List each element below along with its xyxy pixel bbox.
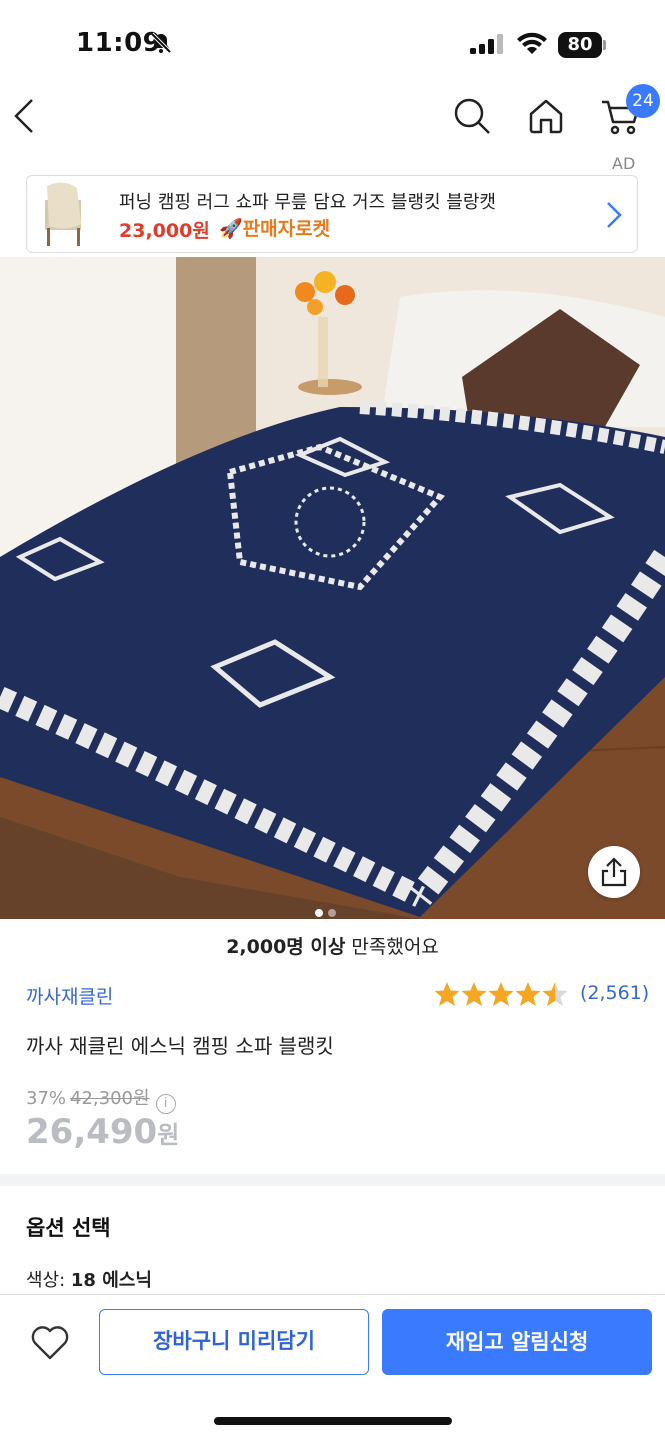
top-nav: 24 AD <box>0 80 665 173</box>
satisfaction-text: 2,000명 이상 만족했어요 <box>0 932 665 959</box>
ad-thumbnail <box>37 180 93 248</box>
back-arrow-icon[interactable] <box>12 98 36 138</box>
heart-icon[interactable] <box>30 1325 70 1365</box>
discount-percent: 37% <box>26 1088 67 1109</box>
satisfaction-label: 만족했어요 <box>345 936 439 958</box>
star-rating-icon <box>434 980 574 1012</box>
satisfaction-count: 2,000명 이상 <box>226 936 346 958</box>
option-heading: 옵션 선택 <box>26 1216 111 1240</box>
battery-level: 80 <box>567 34 593 55</box>
home-icon[interactable] <box>526 96 566 140</box>
home-indicator <box>214 1417 452 1425</box>
chevron-right-icon <box>605 200 623 234</box>
ad-price: 23,000원 <box>119 220 210 242</box>
seller-rocket-badge: 🚀판매자로켓 <box>219 218 331 240</box>
sale-price-unit: 원 <box>157 1121 180 1149</box>
discount-row: 37% 42,300원 i <box>26 1084 176 1114</box>
section-divider <box>0 1174 665 1186</box>
share-button[interactable] <box>588 846 640 898</box>
restock-alert-button[interactable]: 재입고 알림신청 <box>382 1309 652 1375</box>
wifi-icon <box>516 32 548 60</box>
cart-count-badge: 24 <box>626 84 660 118</box>
ad-banner[interactable]: 퍼닝 캠핑 러그 쇼파 무릎 담요 거즈 블랭킷 블랑캣 23,000원 🚀판매… <box>26 175 638 253</box>
sale-price: 26,490원 <box>26 1112 179 1152</box>
ad-title: 퍼닝 캠핑 러그 쇼파 무릎 담요 거즈 블랭킷 블랑캣 <box>119 192 496 213</box>
product-image[interactable] <box>0 257 665 919</box>
color-label: 색상: <box>26 1270 71 1291</box>
search-icon[interactable] <box>452 96 492 140</box>
carousel-dots <box>314 903 350 922</box>
status-time: 11:09 <box>76 28 162 58</box>
color-option[interactable]: 색상: 18 에스닉 <box>26 1266 152 1292</box>
signal-icon <box>470 34 504 58</box>
sale-price-value: 26,490 <box>26 1112 158 1152</box>
info-icon[interactable]: i <box>155 1094 176 1114</box>
ad-label: AD <box>612 154 636 173</box>
brand-link[interactable]: 까사재클린 <box>26 982 113 1009</box>
battery-icon: 80 <box>558 32 606 58</box>
rating-count: (2,561) <box>580 982 650 1004</box>
bottom-action-bar: 장바구니 미리담기 재입고 알림신청 <box>0 1294 665 1440</box>
product-title: 까사 재클린 에스닉 캠핑 소파 블랭킷 <box>26 1034 334 1058</box>
add-to-cart-button[interactable]: 장바구니 미리담기 <box>99 1309 369 1375</box>
original-price: 42,300원 <box>70 1088 150 1109</box>
color-value: 18 에스닉 <box>70 1270 152 1291</box>
status-bar: 11:09 80 <box>0 0 665 80</box>
bell-muted-icon <box>150 32 172 58</box>
